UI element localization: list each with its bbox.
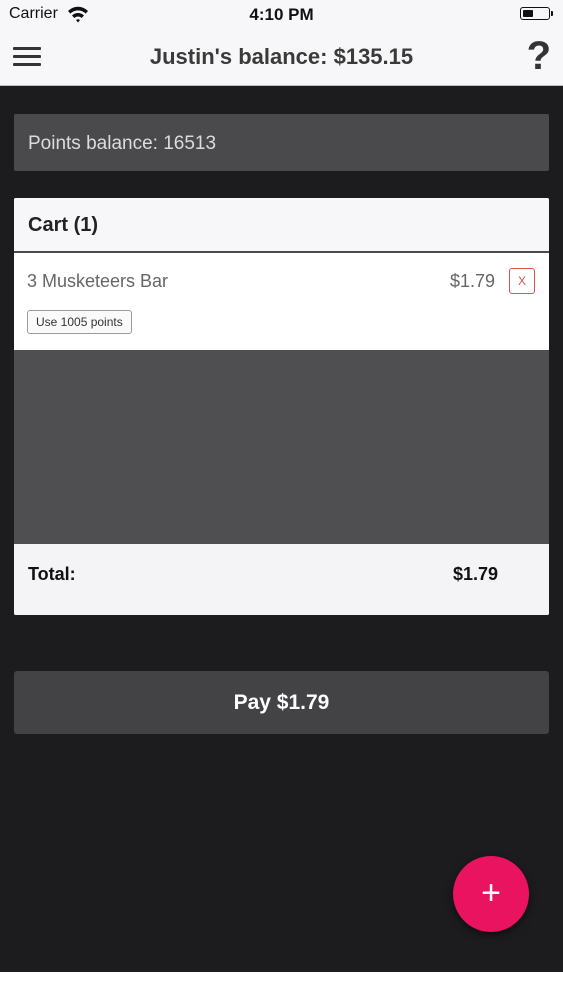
use-points-button[interactable]: Use 1005 points — [27, 310, 132, 334]
question-mark-icon[interactable]: ? — [527, 34, 551, 78]
plus-icon: + — [481, 874, 501, 912]
cart-item: 3 Musketeers Bar $1.79 X Use 1005 points — [14, 253, 549, 350]
cart-item-name: 3 Musketeers Bar — [27, 271, 169, 291]
status-time: 4:10 PM — [249, 5, 314, 24]
battery-icon — [520, 7, 553, 20]
cart-empty-area — [14, 350, 549, 544]
remove-item-button[interactable]: X — [509, 268, 535, 294]
nav-bar: Justin's balance: $135.15 ? — [0, 28, 563, 86]
pay-button[interactable]: Pay $1.79 — [14, 671, 549, 734]
total-label: Total: — [28, 564, 76, 584]
cart-card: Cart (1) 3 Musketeers Bar $1.79 X Use 10… — [14, 198, 549, 615]
battery-fill — [523, 10, 533, 17]
points-balance: Points balance: 16513 — [14, 114, 549, 171]
status-bar: Carrier 4:10 PM — [0, 0, 563, 28]
total-value: $1.79 — [453, 564, 499, 584]
cart-item-price: $1.79 — [449, 271, 495, 291]
page-title: Justin's balance: $135.15 — [149, 44, 414, 69]
cart-total: Total: $1.79 — [14, 544, 549, 615]
add-item-button[interactable]: + — [453, 856, 529, 932]
bottom-strip — [0, 972, 563, 1000]
cart-title: Cart (1) — [14, 198, 549, 253]
